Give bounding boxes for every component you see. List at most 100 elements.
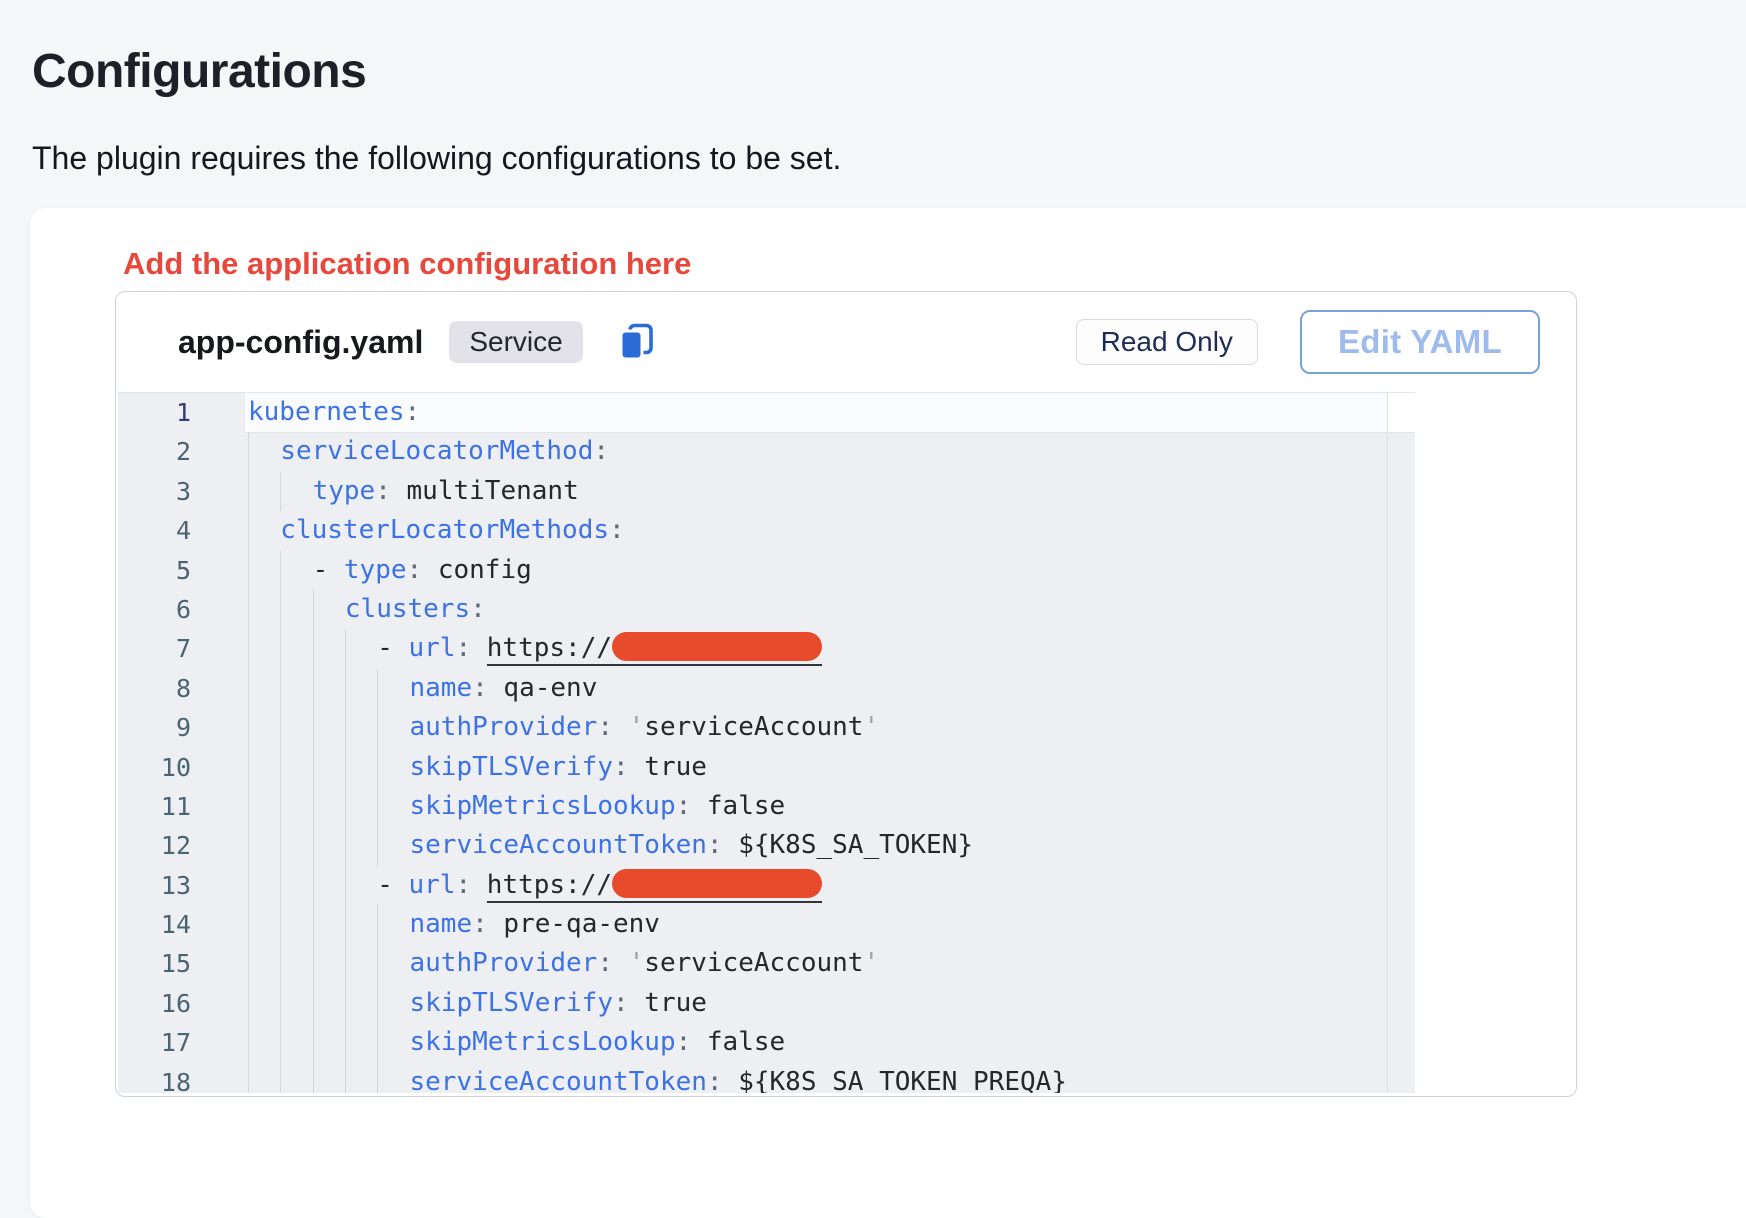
code-text: - url: https:// [377,629,822,668]
indent-guide [377,1063,409,1093]
indent-guide [313,669,345,708]
indent-guide [280,1063,312,1093]
indent-guide [313,1063,345,1093]
code-line: 14name: pre-qa-env [118,905,1415,944]
indent-guide [313,866,345,905]
indent-guide [280,748,312,787]
code-line: 1kubernetes: [118,393,1415,432]
code-text: authProvider: 'serviceAccount' [409,708,879,747]
page-subtitle: The plugin requires the following config… [32,140,841,177]
code-text: skipMetricsLookup: false [409,1023,785,1062]
indent-guide [345,629,377,668]
copy-icon[interactable] [617,322,657,362]
indent-guide [313,787,345,826]
indent-guide [280,944,312,983]
code-line: 10skipTLSVerify: true [118,748,1415,787]
code-line: 12serviceAccountToken: ${K8S_SA_TOKEN} [118,826,1415,865]
line-number: 8 [118,669,191,708]
indent-guide [377,1023,409,1062]
indent-guide [313,1023,345,1062]
indent-guide [313,905,345,944]
gutter-gap [191,432,248,471]
gutter-gap [191,984,248,1023]
indent-guide [280,866,312,905]
code-line: 3type: multiTenant [118,472,1415,511]
indent-guide [248,944,280,983]
line-number: 5 [118,551,191,590]
gutter-gap [191,551,248,590]
line-number: 17 [118,1023,191,1062]
indent-guide [377,944,409,983]
yaml-code-viewer[interactable]: 1kubernetes:2 serviceLocatorMethod:3type:… [118,392,1415,1093]
line-number: 2 [118,432,191,471]
indent-guide [248,748,280,787]
code-text: kubernetes: [248,393,420,432]
code-text: - type: config [313,551,532,590]
indent-guide [248,866,280,905]
read-only-button[interactable]: Read Only [1076,319,1258,365]
indent-guide [248,905,280,944]
code-line: 6clusters: [118,590,1415,629]
code-text: - url: https:// [377,866,822,905]
indent-guide [313,708,345,747]
code-line: 7 - url: https:// [118,629,1415,668]
indent-guide [280,708,312,747]
indent-guide [280,1023,312,1062]
editor-scrollbar[interactable] [1387,393,1415,1093]
indent-guide [345,826,377,865]
code-line: 9authProvider: 'serviceAccount' [118,708,1415,747]
indent-guide [280,669,312,708]
service-badge: Service [449,321,582,363]
code-line: 18 serviceAccountToken: ${K8S_SA_TOKEN_PR… [118,1063,1415,1093]
indent-guide [377,787,409,826]
line-number: 18 [118,1063,191,1093]
line-number: 7 [118,629,191,668]
indent-guide [248,984,280,1023]
code-line: 16skipTLSVerify: true [118,984,1415,1023]
indent-guide [248,472,280,511]
line-number: 12 [118,826,191,865]
scrollbar-thumb[interactable] [1388,393,1415,433]
file-name: app-config.yaml [178,324,423,361]
gutter-gap [191,708,248,747]
gutter-gap [191,866,248,905]
indent-guide [377,748,409,787]
gutter-gap [191,1023,248,1062]
code-text: serviceAccountToken: ${K8S_SA_TOKEN_PREQ… [409,1063,1066,1093]
indent-guide [345,984,377,1023]
copy-icon-glyph [617,322,657,362]
code-line: 13- url: https:// [118,866,1415,905]
code-text: authProvider: 'serviceAccount' [409,944,879,983]
indent-guide [248,432,280,471]
code-line: 5 - type: config [118,551,1415,590]
indent-guide [248,629,280,668]
indent-guide [248,669,280,708]
code-line: 17 skipMetricsLookup: false [118,1023,1415,1062]
edit-yaml-button[interactable]: Edit YAML [1300,310,1540,374]
line-number: 4 [118,511,191,550]
code-text: name: qa-env [409,669,597,708]
indent-guide [248,708,280,747]
indent-guide [313,629,345,668]
code-line: 8 name: qa-env [118,669,1415,708]
line-number: 6 [118,590,191,629]
indent-guide [280,472,312,511]
line-number: 15 [118,944,191,983]
code-line: 2 serviceLocatorMethod: [118,432,1415,471]
code-text: serviceLocatorMethod: [280,432,609,471]
gutter-gap [191,944,248,983]
code-line: 15 authProvider: 'serviceAccount' [118,944,1415,983]
redaction-pill [612,869,822,898]
code-text: clusterLocatorMethods: [280,511,624,550]
indent-guide [280,629,312,668]
redaction-pill [612,632,822,661]
gutter-gap [191,511,248,550]
code-text: skipTLSVerify: true [409,984,706,1023]
gutter-gap [191,472,248,511]
code-line: 4 clusterLocatorMethods: [118,511,1415,550]
indent-guide [280,984,312,1023]
indent-guide [248,511,280,550]
gutter-gap [191,905,248,944]
indent-guide [280,826,312,865]
indent-guide [280,787,312,826]
